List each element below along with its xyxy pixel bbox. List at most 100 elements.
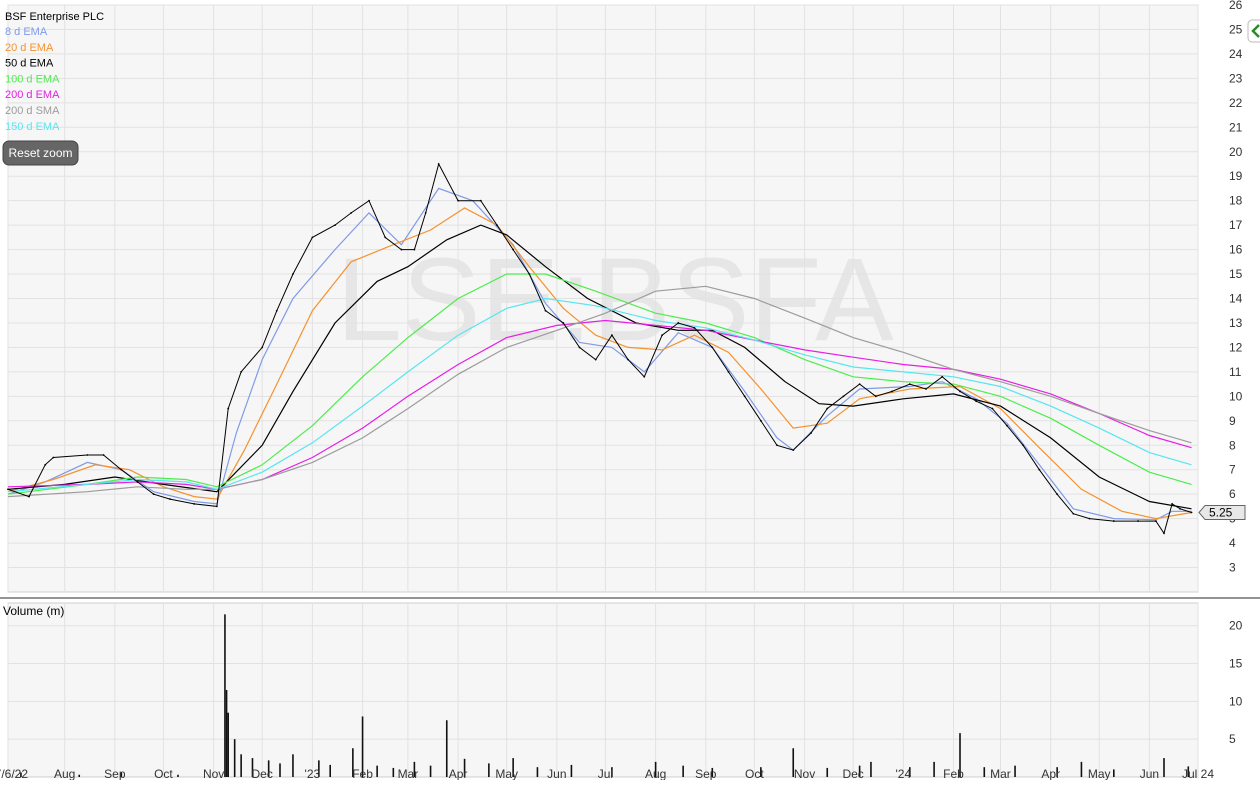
volume-bar — [225, 690, 228, 777]
price-point — [169, 498, 171, 500]
price-point — [975, 400, 978, 403]
x-tick-label: 27/6/22 — [0, 767, 28, 780]
volume-bar — [1080, 761, 1083, 777]
x-tick-label: Feb — [943, 767, 964, 780]
price-tick-label: 15 — [1229, 267, 1243, 281]
legend-item: 200 d SMA — [5, 105, 60, 117]
legend-item: 50 d EMA — [5, 58, 54, 70]
chart-canvas: LSE:BSFA 3 4 5 6 7 8 9 10 11 12 13 14 15 16 17 18 19 20 21… — [0, 0, 1260, 781]
price-point — [810, 432, 812, 434]
x-tick-label: Mar — [990, 767, 1011, 780]
volume-bar — [177, 774, 179, 777]
x-tick-label: Jul 24 — [1182, 767, 1214, 780]
price-point — [457, 199, 459, 202]
price-point — [1155, 520, 1157, 522]
price-point — [424, 211, 427, 214]
price-point — [1056, 493, 1059, 496]
x-tick-label: Feb — [352, 767, 373, 780]
price-point — [858, 383, 861, 386]
price-tick-label: 16 — [1229, 243, 1243, 257]
x-tick-label: Aug — [54, 767, 75, 780]
price-tick-label: 25 — [1229, 22, 1243, 36]
volume-bar — [682, 765, 684, 777]
x-tick-label: Dec — [842, 767, 863, 780]
price-tick-label: 20 — [1229, 145, 1243, 159]
x-tick-label: Jul — [598, 767, 613, 780]
price-tick-label: 17 — [1229, 218, 1243, 232]
price-point — [776, 444, 778, 447]
x-tick-label: Oct — [745, 767, 764, 780]
price-point — [562, 322, 565, 324]
price-point — [727, 370, 730, 373]
price-point — [826, 407, 829, 410]
price-point — [261, 346, 264, 349]
price-tick-label: 11 — [1229, 365, 1242, 379]
price-tick-label: 14 — [1229, 292, 1243, 306]
price-point — [400, 248, 403, 251]
price-point — [496, 224, 498, 227]
volume-bar — [983, 767, 986, 777]
price-point — [891, 390, 893, 393]
price-tick-label: 12 — [1229, 340, 1243, 354]
x-tick-label: Oct — [154, 767, 173, 780]
price-point — [1137, 520, 1139, 522]
price-tick-label: 10 — [1229, 389, 1243, 403]
volume-bar — [233, 739, 236, 777]
volume-bar — [224, 614, 226, 777]
price-point — [908, 383, 911, 386]
stock-chart: LSE:BSFA 3 4 5 6 7 8 9 10 11 12 13 14 15 16 17 18 19 20 21… — [0, 0, 1260, 781]
reset-zoom-button[interactable]: Reset zoom — [2, 140, 79, 166]
price-point — [693, 326, 696, 329]
volume-bar — [870, 761, 872, 777]
collapse-panel-button[interactable] — [1247, 19, 1260, 43]
price-point — [136, 481, 139, 483]
price-point — [292, 273, 294, 275]
price-point — [215, 505, 218, 508]
price-point — [1190, 511, 1193, 514]
x-tick-label: May — [495, 767, 518, 780]
volume-tick-label: 15 — [1229, 657, 1243, 671]
last-price-label: 5.25 — [1209, 506, 1233, 520]
price-point — [1179, 507, 1182, 510]
legend-item: 8 d EMA — [5, 26, 48, 38]
price-point — [384, 236, 387, 239]
price-point — [627, 358, 629, 361]
price-point — [240, 370, 243, 373]
price-point — [941, 375, 944, 378]
volume-bar — [826, 767, 829, 777]
x-tick-label: '24 — [896, 767, 912, 780]
price-tick-label: 8 — [1229, 438, 1236, 452]
watermark-text: LSE:BSFA — [336, 234, 894, 366]
volume-bar — [1113, 769, 1115, 777]
price-point — [1163, 532, 1165, 535]
price-point — [1112, 520, 1115, 522]
volume-bar — [329, 764, 331, 777]
x-tick-label: May — [1088, 767, 1111, 780]
price-point — [368, 199, 370, 202]
price-point — [1006, 424, 1008, 427]
price-tick-label: 9 — [1229, 414, 1236, 428]
x-tick-label: Nov — [203, 767, 224, 780]
price-point — [711, 346, 714, 349]
price-tick-label: 23 — [1229, 71, 1243, 85]
price-point — [1038, 468, 1041, 471]
volume-bar — [570, 764, 573, 777]
legend-item: 100 d EMA — [5, 73, 60, 85]
volume-bar — [488, 763, 490, 777]
price-point — [1072, 512, 1075, 515]
price-point — [120, 468, 123, 471]
price-point — [512, 248, 515, 251]
price-tick-label: 6 — [1229, 487, 1236, 501]
x-tick-label: Jun — [1140, 767, 1159, 780]
volume-bar — [392, 767, 395, 777]
price-tick-label: 26 — [1229, 0, 1243, 12]
legend-item: 20 d EMA — [5, 42, 54, 54]
reset-zoom-label[interactable]: Reset zoom — [8, 146, 72, 160]
volume-panel — [7, 602, 1199, 778]
price-point — [350, 211, 353, 214]
price-point — [792, 449, 795, 452]
price-point — [759, 419, 762, 422]
price-point — [311, 236, 314, 239]
price-point — [1171, 503, 1173, 505]
price-tick-label: 4 — [1229, 536, 1236, 550]
